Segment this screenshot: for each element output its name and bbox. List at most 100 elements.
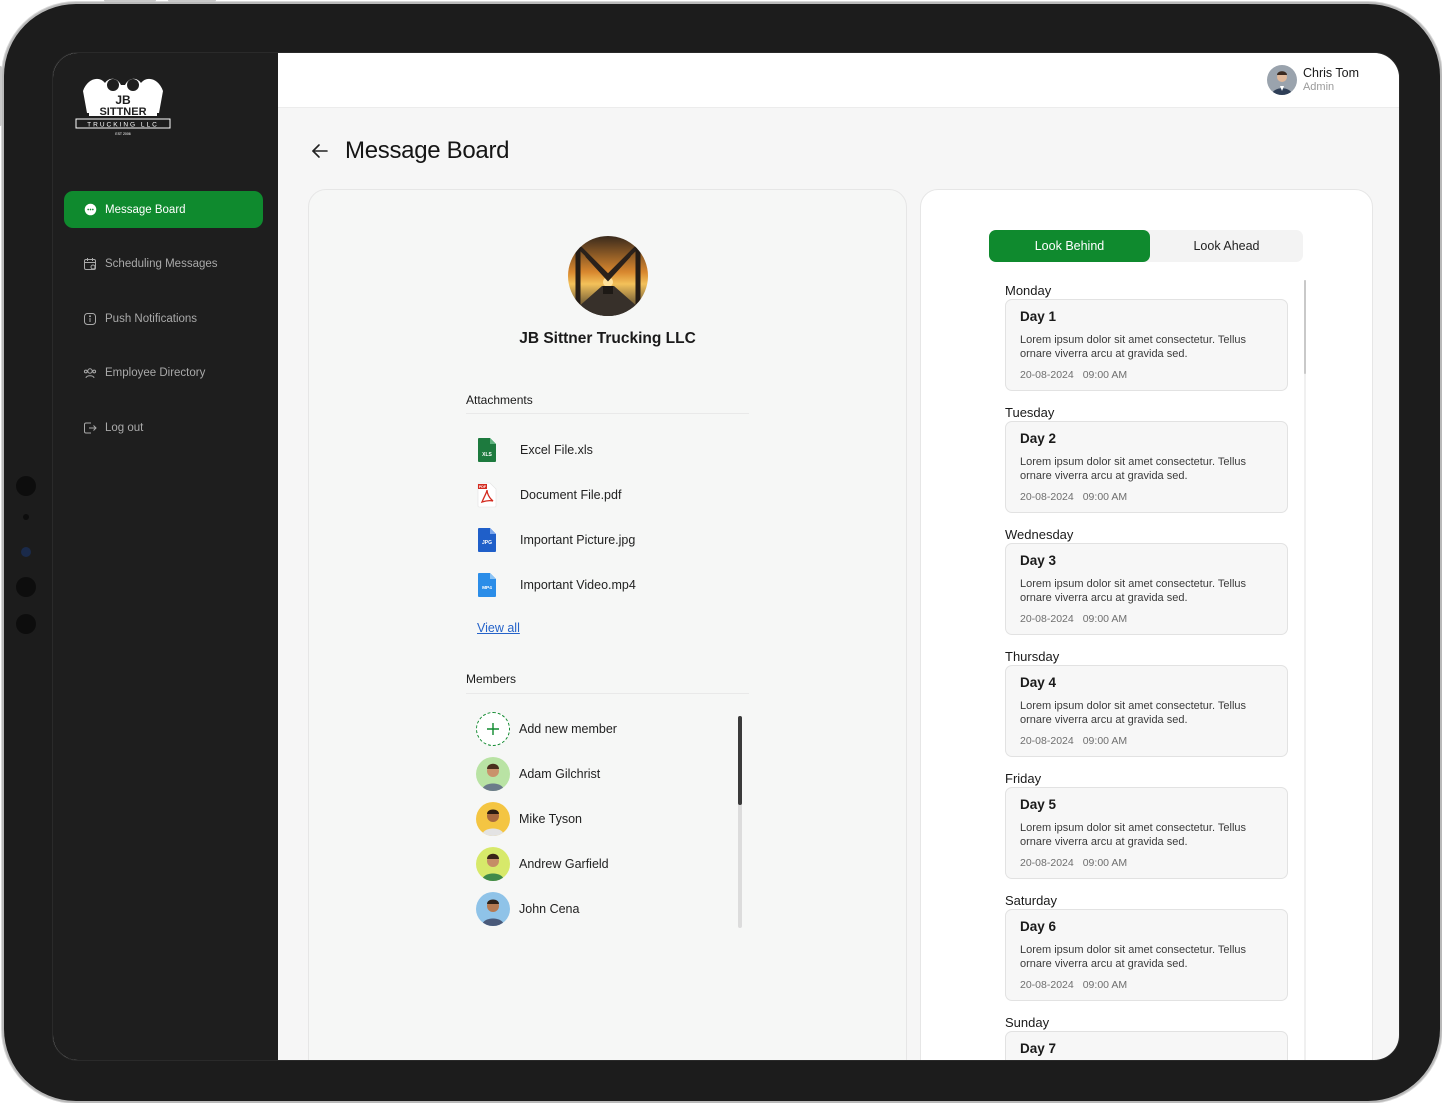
card-time: 09:00 AM <box>1082 369 1128 381</box>
card-description: Lorem ipsum dolor sit amet consectetur. … <box>1020 822 1247 848</box>
schedule-card[interactable]: Day 4 Lorem ipsum dolor sit amet consect… <box>1005 665 1288 757</box>
day-name: Tuesday <box>1005 405 1055 420</box>
svg-text:EST 2006: EST 2006 <box>115 132 131 136</box>
logout-icon <box>83 421 97 435</box>
card-meta: 20-08-2024 09:00 AM <box>1020 491 1273 503</box>
svg-text:PDF: PDF <box>479 485 487 489</box>
members-scrollbar-thumb[interactable] <box>738 716 742 805</box>
sidebar-item-employee-directory[interactable]: Employee Directory <box>64 355 263 392</box>
member-item[interactable]: Andrew Garfield <box>476 847 609 881</box>
sidebar-item-scheduling-messages[interactable]: Scheduling Messages <box>64 246 263 283</box>
user-profile[interactable]: Chris Tom Admin <box>1266 65 1359 95</box>
card-meta: 20-08-2024 09:00 AM <box>1020 857 1273 869</box>
card-title: Day 1 <box>1020 309 1057 324</box>
attachment-item[interactable]: JPG Important Picture.jpg <box>476 527 635 553</box>
day-name: Sunday <box>1005 1015 1050 1030</box>
camera-lens <box>21 547 31 557</box>
attachment-name: Important Video.mp4 <box>520 578 636 592</box>
day-name: Thursday <box>1005 649 1060 664</box>
schedule-card[interactable]: Day 5 Lorem ipsum dolor sit amet consect… <box>1005 787 1288 879</box>
member-name: Adam Gilchrist <box>519 767 601 781</box>
user-role: Admin <box>1302 81 1335 93</box>
sidebar: JB SITTNER TRUCKING LLC EST 2006 Message… <box>53 53 278 1060</box>
members-title: Members <box>466 672 517 686</box>
top-bar: Chris Tom Admin <box>278 53 1399 108</box>
schedule-day: Saturday Day 6 Lorem ipsum dolor sit ame… <box>1005 892 1289 1014</box>
member-item[interactable]: John Cena <box>476 892 579 926</box>
app-screen: JB SITTNER TRUCKING LLC EST 2006 Message… <box>52 52 1400 1061</box>
page-header: Message Board <box>309 137 510 165</box>
pdf-icon: PDF <box>477 482 497 508</box>
schedule-card[interactable]: Day 7 <box>1005 1031 1288 1060</box>
schedule-scrollbar-track[interactable] <box>1304 280 1306 1060</box>
day-name: Wednesday <box>1005 527 1074 542</box>
member-item[interactable]: Mike Tyson <box>476 802 582 836</box>
sidebar-item-message-board[interactable]: Message Board <box>64 191 263 228</box>
svg-text:MP4: MP4 <box>482 585 492 591</box>
schedule-panel: Look Behind Look Ahead Monday Day 1 Lore… <box>920 189 1373 1060</box>
card-date: 20-08-2024 <box>1020 613 1074 625</box>
schedule-card[interactable]: Day 2 Lorem ipsum dolor sit amet consect… <box>1005 421 1288 513</box>
sidebar-item-push-notifications[interactable]: Push Notifications <box>64 300 263 337</box>
members-divider <box>466 693 749 694</box>
tab-look-behind[interactable]: Look Behind <box>989 230 1150 262</box>
schedule-card[interactable]: Day 6 Lorem ipsum dolor sit amet consect… <box>1005 909 1288 1001</box>
card-description: Lorem ipsum dolor sit amet consectetur. … <box>1020 578 1247 604</box>
camera-dot <box>16 614 36 634</box>
company-name: JB Sittner Trucking LLC <box>519 330 696 347</box>
sidebar-item-label: Push Notifications <box>105 312 198 325</box>
member-name: John Cena <box>519 902 580 916</box>
schedule-day: Tuesday Day 2 Lorem ipsum dolor sit amet… <box>1005 404 1289 526</box>
attachment-item[interactable]: PDF Document File.pdf <box>476 482 621 508</box>
avatar <box>476 847 510 881</box>
sidebar-nav: Message Board Scheduling Messages Push N… <box>64 191 263 464</box>
card-date: 20-08-2024 <box>1020 369 1074 381</box>
card-title: Day 5 <box>1020 797 1057 812</box>
tablet-volume-button <box>104 0 156 2</box>
tablet-power-button <box>168 0 216 2</box>
card-title: Day 4 <box>1020 675 1057 690</box>
chat-bubble-icon <box>83 203 97 217</box>
card-date: 20-08-2024 <box>1020 491 1074 503</box>
card-date: 20-08-2024 <box>1020 979 1074 991</box>
sidebar-item-log-out[interactable]: Log out <box>64 409 263 446</box>
tab-look-ahead[interactable]: Look Ahead <box>1150 230 1303 262</box>
attachment-item[interactable]: XLS Excel File.xls <box>476 437 593 463</box>
schedule-card[interactable]: Day 1 Lorem ipsum dolor sit amet consect… <box>1005 299 1288 391</box>
svg-text:SITTNER: SITTNER <box>99 106 146 118</box>
group-details-panel: JB Sittner Trucking LLC Attachments XLS … <box>308 189 907 1060</box>
card-description: Lorem ipsum dolor sit amet consectetur. … <box>1020 456 1247 482</box>
schedule-toggle: Look Behind Look Ahead <box>989 230 1303 262</box>
add-member-button[interactable]: Add new member <box>476 712 617 746</box>
avatar <box>476 757 510 791</box>
user-avatar <box>1266 65 1297 95</box>
svg-text:TRUCKING LLC: TRUCKING LLC <box>87 122 159 129</box>
view-all-link[interactable]: View all <box>477 621 520 635</box>
calendar-icon <box>83 257 97 271</box>
schedule-day: Sunday Day 7 <box>1005 1014 1289 1060</box>
card-time: 09:00 AM <box>1082 979 1128 991</box>
avatar <box>476 892 510 926</box>
xls-icon: XLS <box>478 438 496 462</box>
company-logo: JB SITTNER TRUCKING LLC EST 2006 <box>75 78 171 136</box>
attachment-name: Important Picture.jpg <box>520 533 636 547</box>
schedule-day: Monday Day 1 Lorem ipsum dolor sit amet … <box>1005 282 1289 404</box>
card-time: 09:00 AM <box>1082 735 1128 747</box>
schedule-card[interactable]: Day 3 Lorem ipsum dolor sit amet consect… <box>1005 543 1288 635</box>
camera-dot <box>23 514 29 520</box>
card-description: Lorem ipsum dolor sit amet consectetur. … <box>1020 700 1247 726</box>
page-title: Message Board <box>345 137 510 164</box>
sidebar-item-label: Log out <box>105 421 144 434</box>
jpg-icon: JPG <box>478 528 496 552</box>
back-arrow-icon[interactable] <box>309 140 331 162</box>
member-name: Mike Tyson <box>519 812 582 826</box>
schedule-scrollbar-thumb[interactable] <box>1304 280 1306 374</box>
card-description: Lorem ipsum dolor sit amet consectetur. … <box>1020 944 1247 970</box>
card-date: 20-08-2024 <box>1020 735 1074 747</box>
member-item[interactable]: Adam Gilchrist <box>476 757 600 791</box>
camera-dot <box>16 577 36 597</box>
tablet-frame: JB SITTNER TRUCKING LLC EST 2006 Message… <box>0 0 1440 1101</box>
users-icon <box>83 366 97 380</box>
svg-text:JB: JB <box>115 93 131 107</box>
attachment-item[interactable]: MP4 Important Video.mp4 <box>476 572 636 598</box>
